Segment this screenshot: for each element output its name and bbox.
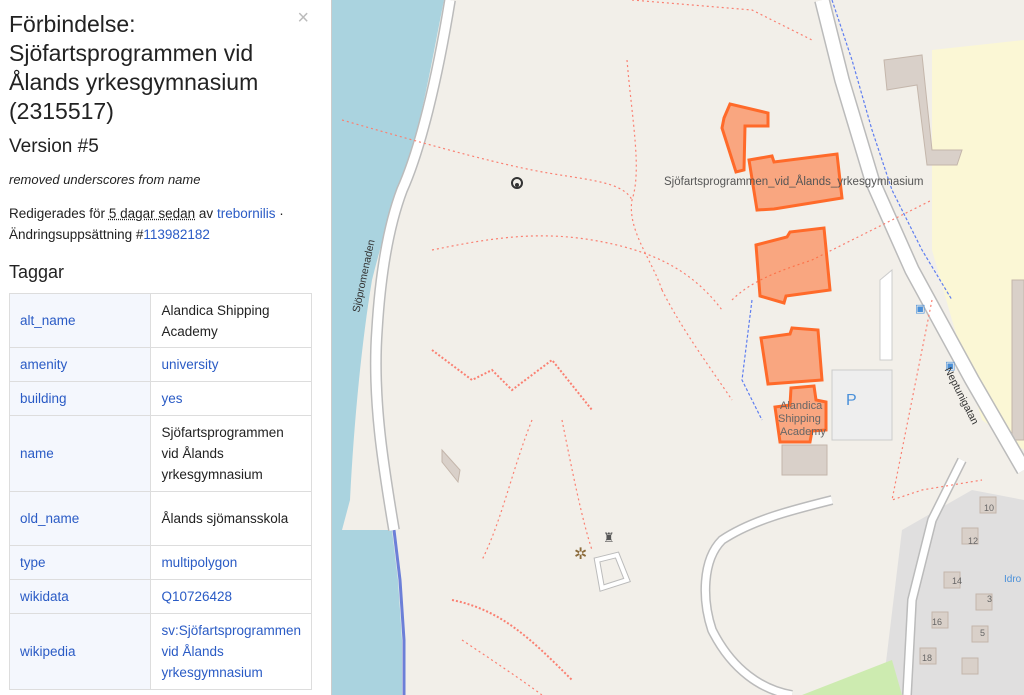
tag-value[interactable]: Q10726428 [150, 579, 312, 614]
tag-row: building yes [8, 381, 312, 416]
parking-icon: P [846, 392, 857, 409]
tag-value[interactable]: university [150, 347, 312, 382]
tag-value[interactable]: yes [150, 381, 312, 416]
close-button[interactable]: × [297, 7, 309, 30]
house [961, 657, 979, 675]
castle-icon: ♜ [603, 531, 615, 546]
tag-key[interactable]: old_name [8, 491, 152, 546]
tag-row: type multipolygon [8, 545, 312, 580]
road-curve-fill [701, 496, 833, 695]
tag-key[interactable]: name [8, 415, 152, 492]
windmill-icon: ✲ [574, 544, 587, 563]
house-number: 5 [980, 628, 986, 638]
footpath-1 [626, 59, 663, 291]
tag-value: Alandica Shipping Academy [150, 293, 312, 348]
changeset-label: Ändringsuppsättning # [9, 227, 144, 242]
residential-lower [882, 490, 1024, 695]
water-area-lower [332, 530, 402, 695]
map-canvas[interactable]: ▣ ▣ ✲ ♜ [332, 0, 1024, 695]
separator: · [279, 206, 284, 221]
footpath-7 [451, 599, 573, 681]
tag-value: Ålands sjömansskola [150, 491, 312, 546]
parking-area [831, 369, 893, 441]
tag-key[interactable]: building [8, 381, 152, 416]
footpath-5 [631, 0, 813, 41]
path-blue-dashed-2 [741, 299, 763, 421]
tag-key[interactable]: wikipedia [8, 613, 152, 690]
place-label: Idro [1004, 574, 1022, 585]
footpath-3 [431, 235, 723, 311]
tag-value[interactable]: sv:Sjöfartsprogrammen vid Ålands yrkesgy… [150, 613, 312, 690]
tag-value[interactable]: multipolygon [150, 545, 312, 580]
edited-prefix: Redigerades för [9, 206, 106, 221]
sidebar: × Förbindelse: Sjöfartsprogrammen vid Ål… [0, 0, 332, 695]
tag-key[interactable]: alt_name [8, 293, 152, 348]
tag-row: alt_name Alandica Shipping Academy [8, 293, 312, 348]
tag-row: amenity university [8, 347, 312, 382]
bus-stop-icon: ▣ [915, 302, 925, 315]
highlight-building-4 [759, 326, 824, 386]
building-gray-right [1011, 279, 1024, 441]
tag-key[interactable]: wikidata [8, 579, 152, 614]
tag-row: name Sjöfartsprogrammen vid Ålands yrkesg… [8, 415, 312, 492]
footpath-6 [561, 419, 593, 551]
footpath-4 [431, 349, 593, 411]
house-number: 12 [968, 536, 979, 546]
footpath-11 [481, 419, 533, 561]
edit-details: Redigerades för 5 dagar sedan av treborn… [9, 203, 311, 245]
viewpoint-icon-dot [515, 183, 519, 187]
tags-heading: Taggar [9, 262, 65, 282]
service-way [879, 268, 893, 361]
tag-row: old_name Ålands sjömansskola [8, 491, 312, 546]
highlight-building-3 [754, 226, 832, 305]
tag-value: Sjöfartsprogrammen vid Ålands yrkesgymna… [150, 415, 312, 492]
building-outline-left [441, 448, 461, 484]
changeset-link[interactable]: 113982182 [143, 227, 210, 242]
house-number: 18 [922, 653, 933, 663]
academy-label-3: Academy [780, 426, 826, 438]
academy-label-2: Shipping [778, 413, 821, 425]
academy-label-1: Alandica [780, 400, 823, 412]
footpath-8 [661, 289, 733, 401]
house-number: 10 [984, 503, 995, 513]
house-number: 3 [987, 594, 993, 604]
tag-row: wikipedia sv:Sjöfartsprogrammen vid Åland… [8, 613, 312, 690]
footpath-12 [461, 639, 543, 695]
green-area [802, 660, 902, 695]
house-number: 14 [952, 576, 963, 586]
tag-key[interactable]: amenity [8, 347, 152, 382]
road-curve [700, 495, 834, 695]
map[interactable]: ▣ ▣ ✲ ♜ Sjöfartsprogrammen_vid_Ålands_yr… [332, 0, 1024, 695]
tags-table: alt_name Alandica Shipping Academy amenity… [8, 293, 312, 690]
house-number: 16 [932, 617, 943, 627]
small-building [781, 444, 828, 476]
tag-key[interactable]: type [8, 545, 152, 580]
page-title: Förbindelse: Sjöfartsprogrammen vid Ålan… [9, 11, 259, 124]
user-link[interactable]: trebornilis [217, 206, 276, 221]
tag-row: wikidata Q10726428 [8, 579, 312, 614]
edited-by: av [198, 206, 214, 221]
feature-label: Sjöfartsprogrammen_vid_Ålands_yrkesgymna… [664, 176, 924, 188]
version-heading: Version #5 [9, 136, 99, 157]
changeset-comment: removed underscores from name [9, 172, 201, 187]
edited-time: 5 dagar sedan [108, 206, 196, 221]
